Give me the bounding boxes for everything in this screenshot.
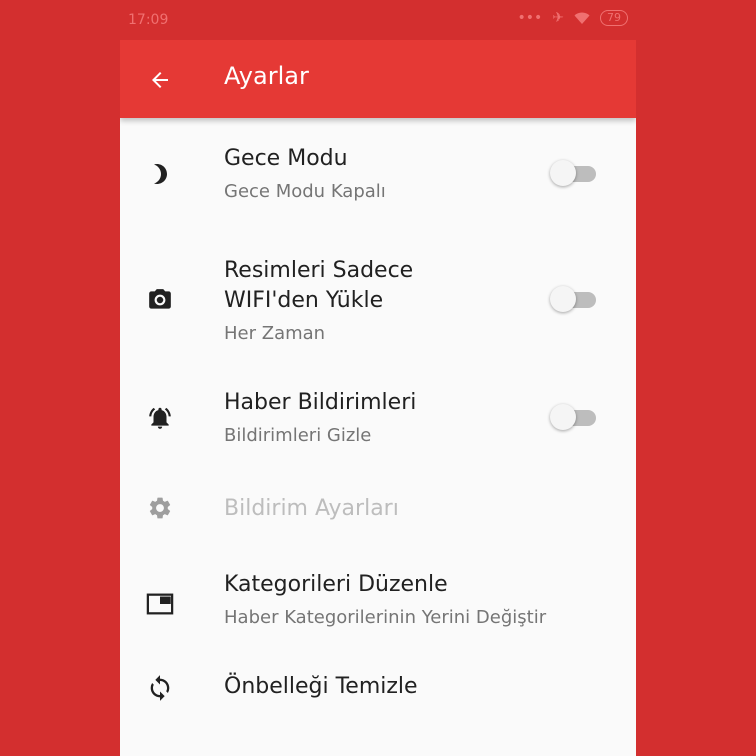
status-time: 17:09 <box>128 12 169 28</box>
moon-icon <box>146 160 174 188</box>
back-button[interactable] <box>144 64 176 96</box>
setting-wifi-images[interactable]: Resimleri Sadece WIFI'den Yükle Her Zama… <box>120 230 636 370</box>
dots-icon: ••• <box>517 10 543 26</box>
toggle-thumb <box>550 404 576 430</box>
wifi-icon <box>574 12 590 24</box>
setting-title: Gece Modu <box>224 146 348 171</box>
setting-title: Haber Bildirimleri <box>224 390 417 415</box>
setting-title: Kategorileri Düzenle <box>224 572 448 597</box>
airplane-icon: ✈ <box>552 10 564 26</box>
status-bar: 17:09 ••• ✈ 79 <box>0 0 756 40</box>
setting-night-mode[interactable]: Gece Modu Gece Modu Kapalı <box>120 118 636 230</box>
setting-notification-settings: Bildirim Ayarları <box>120 470 636 552</box>
settings-list: Gece Modu Gece Modu Kapalı Resimleri Sad… <box>120 118 636 736</box>
setting-subtitle: Her Zaman <box>224 323 326 344</box>
window-icon <box>146 590 174 618</box>
setting-title-line1: Resimleri Sadece <box>224 258 414 283</box>
setting-subtitle: Gece Modu Kapalı <box>224 181 386 202</box>
setting-news-notifications[interactable]: Haber Bildirimleri Bildirimleri Gizle <box>120 370 636 470</box>
status-icons: ••• ✈ 79 <box>517 10 628 26</box>
news-notifications-toggle[interactable] <box>550 402 598 432</box>
back-arrow-icon <box>152 72 168 88</box>
camera-icon <box>146 286 174 314</box>
app-bar: Ayarlar <box>120 40 636 118</box>
battery-icon: 79 <box>600 10 628 26</box>
setting-title-line2: WIFI'den Yükle <box>224 288 384 313</box>
setting-title: Önbelleği Temizle <box>224 674 418 699</box>
setting-subtitle: Haber Kategorilerinin Yerini Değiştir <box>224 607 547 628</box>
toggle-thumb <box>550 286 576 312</box>
sync-icon <box>146 674 174 702</box>
toggle-thumb <box>550 160 576 186</box>
setting-title: Bildirim Ayarları <box>224 496 399 521</box>
setting-clear-cache[interactable]: Önbelleği Temizle <box>120 656 636 736</box>
setting-edit-categories[interactable]: Kategorileri Düzenle Haber Kategorilerin… <box>120 552 636 656</box>
gear-icon <box>146 494 174 522</box>
bell-ringing-icon <box>146 404 174 432</box>
setting-subtitle: Bildirimleri Gizle <box>224 425 372 446</box>
settings-screen: Ayarlar Gece Modu Gece Modu Kapalı Resim… <box>120 40 636 756</box>
night-mode-toggle[interactable] <box>550 158 598 188</box>
wifi-images-toggle[interactable] <box>550 284 598 314</box>
page-title: Ayarlar <box>224 62 309 90</box>
